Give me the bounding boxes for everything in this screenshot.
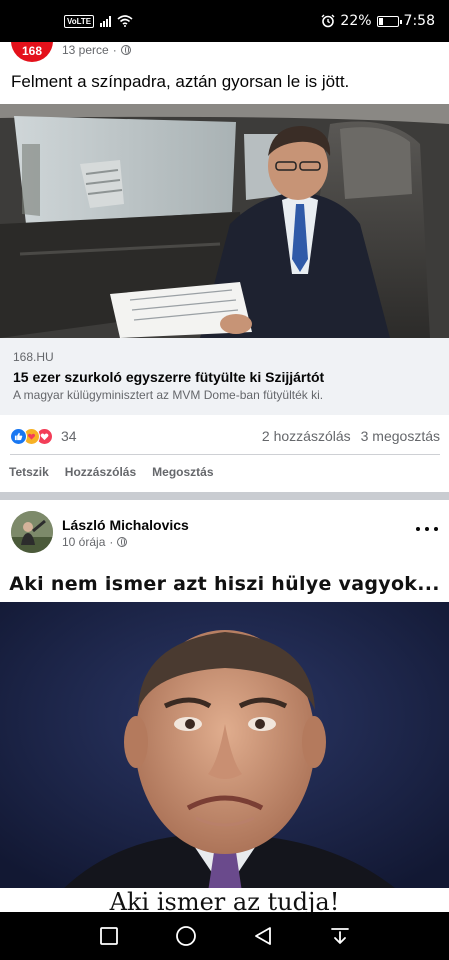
volte-badge: VoLTE xyxy=(64,14,95,28)
signal-icon xyxy=(100,15,112,27)
triangle-back-icon[interactable] xyxy=(251,924,275,948)
wifi-icon xyxy=(117,15,133,27)
post2-meta: 10 órája · xyxy=(62,535,128,549)
post-time[interactable]: 10 órája xyxy=(62,535,105,549)
meme-portrait-illustration xyxy=(0,602,449,892)
comment-button[interactable]: Hozzászólás xyxy=(65,465,136,479)
pull-down-icon[interactable] xyxy=(328,924,352,948)
avatar[interactable] xyxy=(11,511,53,553)
shares-count[interactable]: 3 megosztás xyxy=(361,428,440,444)
car-photo-illustration xyxy=(0,104,449,338)
reactions-bar: 34 2 hozzászólás 3 megosztás xyxy=(10,425,440,447)
avatar-photo xyxy=(11,511,53,553)
meme-photo xyxy=(0,602,449,892)
more-dots-icon[interactable] xyxy=(416,520,438,538)
like-reaction-icon xyxy=(10,427,27,445)
status-left: VoLTE xyxy=(64,14,133,28)
globe-icon xyxy=(117,537,128,547)
post1-header: 168 13 perce · xyxy=(0,42,449,62)
square-icon[interactable] xyxy=(97,924,121,948)
clock: 7:58 xyxy=(403,13,435,29)
engagement-counts: 2 hozzászólás 3 megosztás xyxy=(262,428,440,444)
meta-separator: · xyxy=(112,43,117,57)
alarm-icon xyxy=(321,14,335,28)
meta-separator: · xyxy=(109,535,114,549)
page-avatar[interactable]: 168 xyxy=(11,42,53,62)
divider xyxy=(10,454,440,455)
status-right: 22% 7:58 xyxy=(321,13,435,29)
circle-icon[interactable] xyxy=(174,924,198,948)
comments-count[interactable]: 2 hozzászólás xyxy=(262,428,351,444)
status-bar: VoLTE 22% 7:58 xyxy=(0,0,449,42)
share-button[interactable]: Megosztás xyxy=(152,465,213,479)
battery-icon xyxy=(376,15,402,27)
author-name[interactable]: László Michalovics xyxy=(62,517,189,533)
like-button[interactable]: Tetszik xyxy=(9,465,49,479)
post1-meta: 13 perce · xyxy=(62,43,131,57)
meme-image[interactable]: Aki nem ismer azt hiszi hülye vagyok... xyxy=(0,566,449,912)
avatar-logo-text: 168 xyxy=(21,44,43,58)
reaction-count: 34 xyxy=(61,428,77,444)
post-text: Felment a színpadra, aztán gyorsan le is… xyxy=(11,72,350,91)
meme-top-caption: Aki nem ismer azt hiszi hülye vagyok... xyxy=(0,566,449,602)
feed-separator xyxy=(0,492,449,500)
link-domain: 168.HU xyxy=(13,350,54,364)
battery-percent: 22% xyxy=(340,13,372,29)
globe-icon xyxy=(120,45,131,55)
post-image[interactable] xyxy=(0,104,449,338)
link-description: A magyar külügyminisztert az MVM Dome-ba… xyxy=(13,388,324,402)
reactions-summary[interactable]: 34 xyxy=(10,427,77,445)
post-actions: Tetszik Hozzászólás Megosztás xyxy=(9,465,214,479)
link-title: 15 ezer szurkoló egyszerre fütyülte ki S… xyxy=(13,369,325,385)
meme-bottom-caption: Aki ismer az tudja! xyxy=(0,888,449,912)
system-navigation-bar xyxy=(0,912,449,960)
post-time[interactable]: 13 perce xyxy=(62,43,109,57)
link-preview-card[interactable]: 168.HU 15 ezer szurkoló egyszerre fütyül… xyxy=(0,338,449,415)
